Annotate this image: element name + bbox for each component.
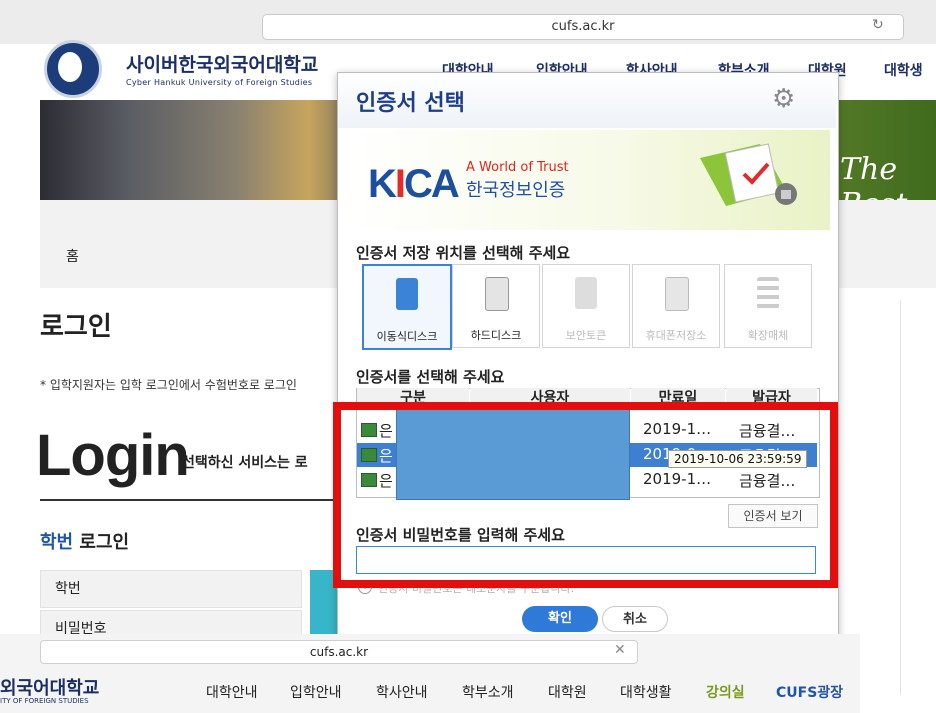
security-token-icon xyxy=(575,277,597,309)
overlay-nav-about[interactable]: 대학안내 xyxy=(206,682,258,702)
certificate-folder-icon xyxy=(700,143,797,206)
overlay-nav-graduate[interactable]: 대학원 xyxy=(548,682,587,702)
logo-emblem-center xyxy=(58,52,82,82)
student-id-login-title: 학번 로그인 xyxy=(40,528,129,554)
overlay-nav-academic[interactable]: 학사안내 xyxy=(376,682,428,702)
section-divider xyxy=(40,499,336,501)
close-icon[interactable]: ✕ xyxy=(614,642,626,658)
highlight-annotation xyxy=(333,402,838,588)
login-heading: Login xyxy=(36,423,190,488)
site-logo-english: Cyber Hankuk University of Foreign Studi… xyxy=(126,78,313,87)
login-subheading: 선택하신 서비스는 로 xyxy=(182,455,308,471)
list-icon xyxy=(757,277,779,309)
login-notice: * 입학지원자는 입학 로그인에서 수험번호로 로그인 xyxy=(40,378,297,392)
overlay-nav-campus-life[interactable]: 대학생활 xyxy=(620,682,672,702)
student-id-field[interactable]: 학번 xyxy=(40,570,302,608)
certificate-select-label: 인증서를 선택해 주세요 xyxy=(356,368,505,386)
storage-label: 하드디스크 xyxy=(470,329,522,342)
page-title: 로그인 xyxy=(40,312,112,342)
nav-campus-life[interactable]: 대학생 xyxy=(884,60,923,80)
hard-disk-icon xyxy=(485,277,509,311)
storage-hard-disk[interactable]: 하드디스크 xyxy=(452,264,540,348)
overlay-address-bar[interactable]: cufs.ac.kr xyxy=(40,640,638,664)
storage-location-label: 인증서 저장 위치를 선택해 주세요 xyxy=(356,244,571,262)
storage-extended-media[interactable]: 확장매체 xyxy=(724,264,812,348)
overlay-logo-english: ITY OF FOREIGN STUDIES xyxy=(0,697,89,705)
usb-drive-icon xyxy=(396,278,418,310)
storage-phone[interactable]: 휴대폰저장소 xyxy=(632,264,720,348)
kica-tagline: A World of Trust xyxy=(466,160,569,175)
site-logo-text[interactable]: 사이버한국외국어대학교 xyxy=(126,50,318,77)
storage-label: 휴대폰저장소 xyxy=(645,329,707,342)
student-id-title-rest: 로그인 xyxy=(73,532,130,553)
reload-icon[interactable]: ↻ xyxy=(872,17,884,33)
overlay-nav-cufs-plaza[interactable]: CUFS광장 xyxy=(776,682,843,702)
overlay-nav-admission[interactable]: 입학안내 xyxy=(290,682,342,702)
cancel-button[interactable]: 취소 xyxy=(602,606,668,632)
kica-name: 한국정보인증 xyxy=(466,180,566,201)
student-id-accent: 학번 xyxy=(40,532,74,553)
kica-logo: KICA xyxy=(368,162,460,206)
storage-label: 보안토큰 xyxy=(565,329,607,342)
address-bar[interactable]: cufs.ac.kr xyxy=(262,14,904,40)
storage-label: 이동식디스크 xyxy=(376,330,438,343)
confirm-button[interactable]: 확인 xyxy=(522,606,598,632)
breadcrumb-home[interactable]: 홈 xyxy=(66,246,79,266)
overlay-nav-departments[interactable]: 학부소개 xyxy=(462,682,514,702)
phone-icon xyxy=(665,277,689,311)
sidebar-divider xyxy=(900,300,901,695)
storage-security-token[interactable]: 보안토큰 xyxy=(542,264,630,348)
storage-label: 확장매체 xyxy=(747,329,789,342)
gear-icon[interactable]: ⚙ xyxy=(772,84,795,114)
overlay-nav-classroom[interactable]: 강의실 xyxy=(706,682,745,702)
dialog-title: 인증서 선택 xyxy=(356,91,465,116)
storage-removable-disk[interactable]: 이동식디스크 xyxy=(362,264,452,350)
